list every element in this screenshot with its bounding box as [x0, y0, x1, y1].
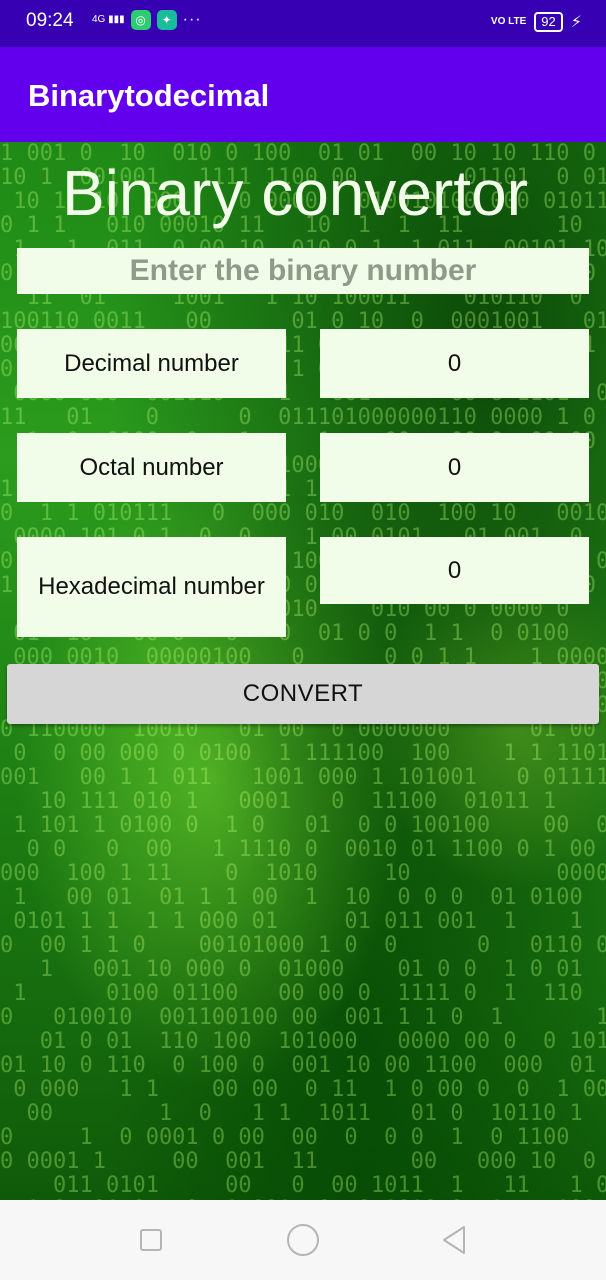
app-title: Binarytodecimal — [28, 78, 270, 113]
volte-icon: VO LTE — [490, 16, 527, 27]
hexadecimal-value: 0 — [320, 537, 589, 604]
status-bar: 09:24 4G ▮▮▮ ◎ ✦ ··· VO LTE 92 ⚡ — [0, 0, 606, 47]
octal-label: Octal number — [17, 433, 286, 502]
decimal-value: 0 — [320, 329, 589, 398]
status-left-icons: 4G ▮▮▮ ◎ ✦ ··· — [92, 10, 202, 30]
page-title: Binary convertor — [62, 157, 528, 229]
app-notification-icon: ◎ — [130, 10, 151, 30]
navigation-bar — [0, 1200, 606, 1280]
network-type: 4G — [92, 14, 106, 25]
binary-input[interactable] — [17, 248, 589, 294]
chat-notification-icon: ✦ — [156, 10, 177, 30]
decimal-label: Decimal number — [17, 329, 286, 398]
back-icon[interactable] — [440, 1224, 468, 1256]
hexadecimal-label: Hexadecimal number — [17, 537, 286, 637]
status-right-icons: VO LTE 92 ⚡ — [491, 12, 582, 32]
signal-icon: 4G ▮▮▮ — [92, 14, 125, 25]
home-icon[interactable] — [287, 1224, 319, 1256]
status-time: 09:24 — [26, 10, 74, 31]
more-notifications-icon: ··· — [182, 11, 202, 28]
battery-icon: 92 — [534, 12, 563, 32]
recent-apps-icon[interactable] — [140, 1229, 162, 1251]
app-bar: Binarytodecimal — [0, 47, 606, 142]
battery-level: 92 — [541, 14, 556, 29]
main-content: 1 001 0 10 010 0 100 01 01 00 10 10 110 … — [0, 142, 606, 1200]
charging-icon: ⚡ — [570, 14, 582, 31]
octal-value: 0 — [320, 433, 589, 502]
convert-button[interactable]: CONVERT — [7, 664, 599, 724]
